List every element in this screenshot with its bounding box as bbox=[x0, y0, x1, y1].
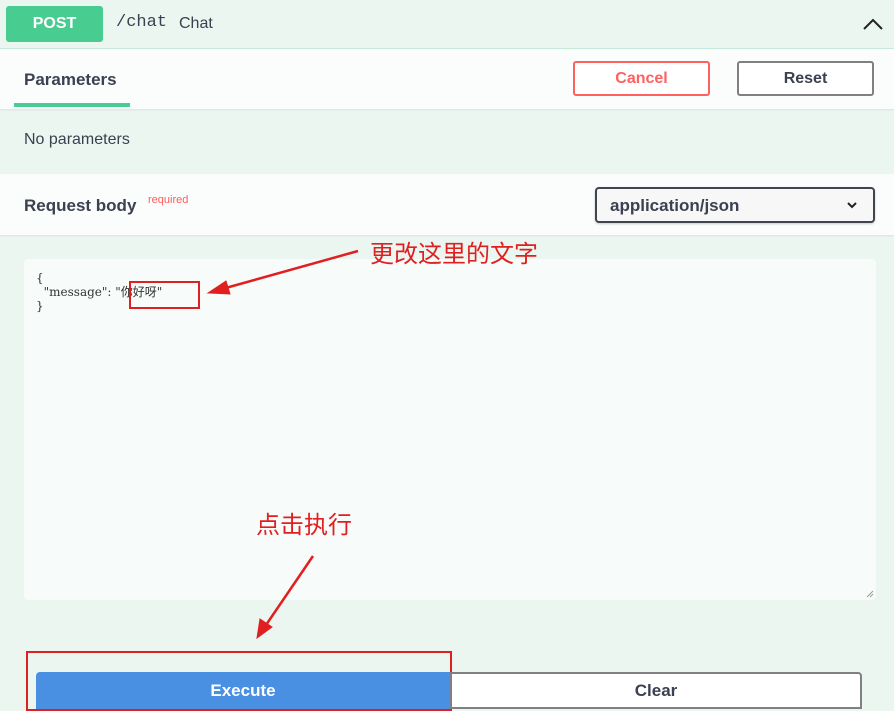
operation-path: /chat bbox=[116, 13, 168, 32]
tab-parameters[interactable]: Parameters bbox=[14, 49, 130, 107]
value-highlight-box bbox=[129, 281, 200, 309]
execute-hint-annotation: 点击执行 bbox=[256, 511, 352, 539]
content-type-select[interactable]: application/json bbox=[595, 187, 875, 223]
no-parameters-text: No parameters bbox=[24, 131, 130, 148]
required-badge: required bbox=[148, 194, 189, 206]
json-key: "message" bbox=[43, 285, 108, 299]
clear-button[interactable]: Clear bbox=[450, 672, 862, 709]
request-body-header: Request body required application/json bbox=[0, 174, 894, 235]
code-close-brace: } bbox=[36, 299, 44, 313]
cancel-button[interactable]: Cancel bbox=[573, 61, 710, 96]
parameters-header: Parameters Cancel Reset bbox=[0, 49, 894, 109]
tab-parameters-label: Parameters bbox=[24, 70, 117, 89]
request-body-editor[interactable]: { "message": "你好呀" } bbox=[24, 259, 876, 600]
operation-header[interactable]: POST /chat Chat bbox=[0, 0, 894, 49]
code-open-brace: { bbox=[36, 271, 44, 285]
edit-hint-annotation: 更改这里的文字 bbox=[370, 240, 538, 268]
reset-button[interactable]: Reset bbox=[737, 61, 874, 96]
operation-summary: Chat bbox=[179, 15, 213, 32]
chevron-down-icon bbox=[847, 202, 857, 209]
method-badge: POST bbox=[6, 6, 103, 42]
resize-handle-icon[interactable] bbox=[866, 590, 874, 598]
request-body-label: Request body bbox=[24, 196, 137, 215]
content-type-value: application/json bbox=[610, 196, 740, 215]
execute-button[interactable]: Execute bbox=[36, 672, 450, 709]
chevron-up-icon[interactable] bbox=[858, 12, 888, 36]
